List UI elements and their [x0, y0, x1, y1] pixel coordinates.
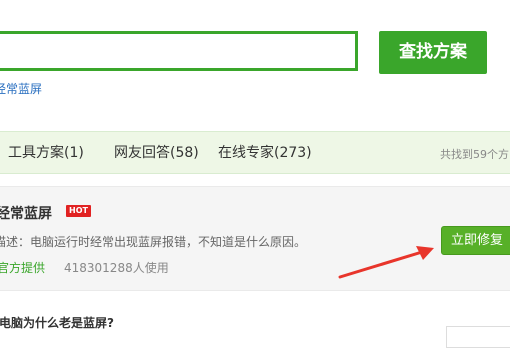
hot-badge: HOT [66, 205, 91, 217]
red-arrow-icon [338, 246, 434, 279]
result-description: 描述：电脑运行时经常出现蓝屏报错，不知道是什么原因。 [0, 235, 307, 249]
result-provider: 官方提供 [0, 261, 46, 275]
question-title[interactable]: 电脑为什么老是蓝屏? [0, 314, 114, 331]
result-usage-count: 418301288人使用 [64, 261, 169, 275]
search-input[interactable] [0, 31, 358, 71]
question-action-box[interactable] [446, 326, 510, 348]
search-button[interactable]: 查找方案 [379, 31, 487, 74]
results-count: 共找到59个方 [440, 148, 509, 161]
tab-user-answers[interactable]: 网友回答(58) [114, 142, 199, 162]
fix-now-button[interactable]: 立即修复 [441, 226, 510, 255]
result-title[interactable]: 经常蓝屏 [0, 203, 52, 223]
tab-tool-solutions[interactable]: 工具方案(1) [8, 142, 84, 162]
search-suggestion-link[interactable]: 经常蓝屏 [0, 80, 42, 97]
tab-online-experts[interactable]: 在线专家(273) [218, 142, 312, 162]
